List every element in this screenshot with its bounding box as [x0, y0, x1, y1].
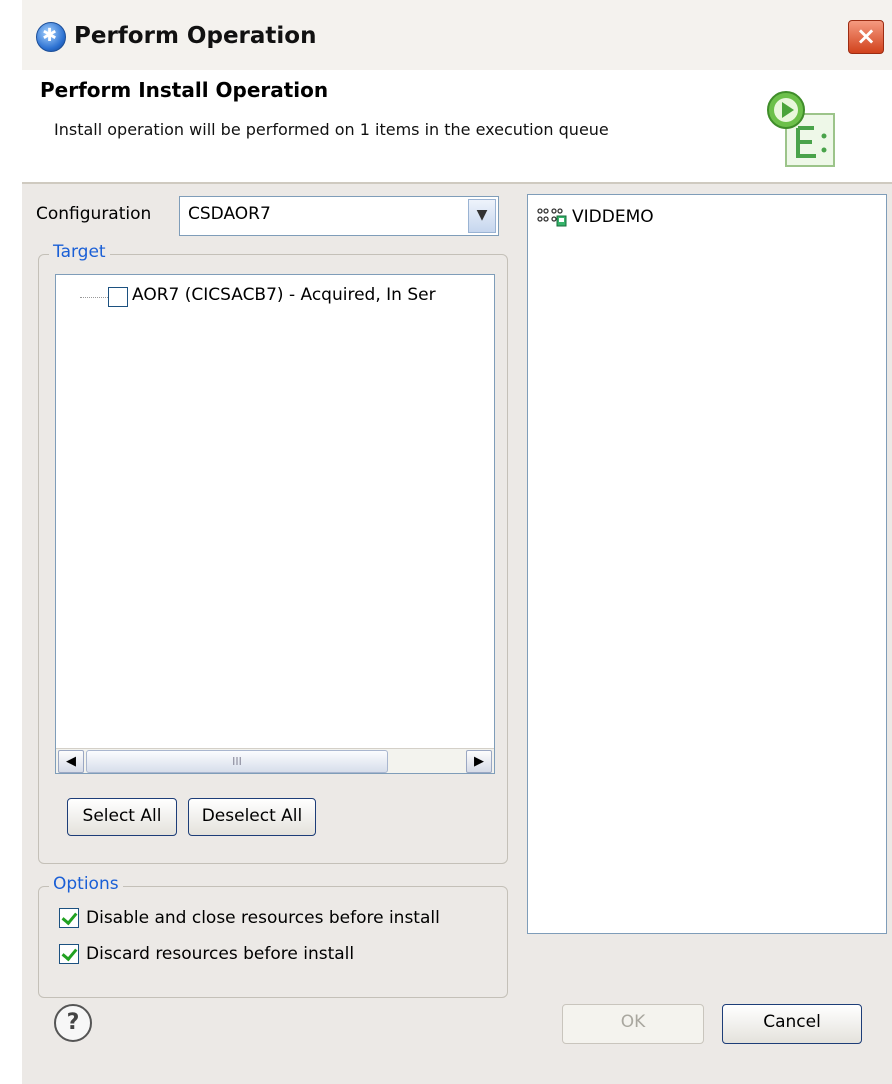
disable-close-checkbox[interactable]: [59, 908, 79, 928]
title-bar[interactable]: ✱ Perform Operation ×: [22, 0, 892, 71]
install-wizard-icon: [767, 91, 835, 167]
horizontal-scrollbar[interactable]: ◀ III ▶: [56, 748, 494, 773]
target-checkbox[interactable]: [108, 287, 128, 307]
cancel-button[interactable]: Cancel: [722, 1004, 862, 1044]
chevron-down-icon[interactable]: ▼: [468, 199, 496, 233]
ok-button[interactable]: OK: [562, 1004, 704, 1044]
options-group: Options: [38, 874, 508, 998]
resource-group-icon: [537, 208, 567, 227]
discard-label[interactable]: Discard resources before install: [86, 944, 354, 964]
dialog-body: Configuration CSDAOR7 ▼ Target AOR7 (CIC…: [22, 184, 892, 1084]
options-group-label: Options: [49, 874, 123, 894]
window-title: Perform Operation: [74, 23, 317, 49]
disable-close-label[interactable]: Disable and close resources before insta…: [86, 908, 440, 928]
tree-item-label[interactable]: AOR7 (CICSACB7) - Acquired, In Ser: [132, 285, 436, 305]
configuration-label: Configuration: [36, 204, 152, 224]
discard-checkbox[interactable]: [59, 944, 79, 964]
close-button[interactable]: ×: [848, 20, 884, 54]
execution-queue-list[interactable]: VIDDEMO: [527, 194, 887, 934]
scroll-right-icon[interactable]: ▶: [466, 750, 492, 773]
target-group-label: Target: [49, 242, 110, 262]
scroll-left-icon[interactable]: ◀: [58, 750, 84, 773]
wizard-header: Perform Install Operation Install operat…: [22, 70, 892, 184]
queue-item-label[interactable]: VIDDEMO: [572, 207, 654, 227]
perform-operation-dialog: ✱ Perform Operation × Perform Install Op…: [22, 0, 892, 1084]
app-icon: ✱: [36, 22, 66, 52]
configuration-value: CSDAOR7: [188, 204, 271, 224]
scroll-thumb[interactable]: III: [86, 750, 388, 773]
tree-connector: [80, 297, 108, 298]
target-tree[interactable]: AOR7 (CICSACB7) - Acquired, In Ser ◀ III…: [55, 274, 495, 774]
page-title: Perform Install Operation: [40, 78, 329, 102]
deselect-all-button[interactable]: Deselect All: [188, 798, 316, 836]
help-icon[interactable]: ?: [54, 1004, 92, 1042]
configuration-combo[interactable]: CSDAOR7 ▼: [179, 196, 499, 236]
select-all-button[interactable]: Select All: [67, 798, 177, 836]
page-description: Install operation will be performed on 1…: [54, 120, 609, 139]
